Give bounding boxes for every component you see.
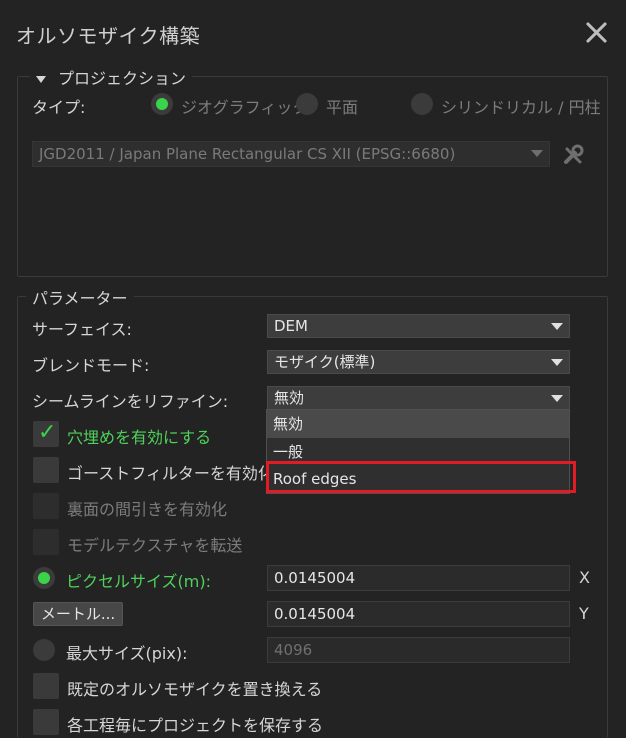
chevron-down-icon: [551, 359, 563, 366]
backface-culling-checkbox[interactable]: [33, 493, 59, 519]
radio-cylindrical-label: シリンドリカル / 円柱: [441, 98, 601, 117]
surface-select-value: DEM: [274, 317, 308, 335]
ghost-filter-checkbox[interactable]: [33, 457, 59, 483]
crs-select[interactable]: JGD2011 / Japan Plane Rectangular CS XII…: [32, 141, 550, 167]
save-project-label: 各工程毎にプロジェクトを保存する: [67, 716, 324, 735]
surface-select[interactable]: DEM: [267, 314, 570, 338]
seamline-option-disabled[interactable]: 無効: [267, 410, 569, 438]
replace-orthomosaic-checkbox[interactable]: [33, 673, 59, 699]
pixel-size-label: ピクセルサイズ(m):: [66, 572, 211, 591]
replace-orthomosaic-label: 既定のオルソモザイクを置き換える: [67, 680, 323, 699]
radio-cylindrical[interactable]: [411, 93, 433, 115]
ghost-filter-label: ゴーストフィルターを有効化: [67, 464, 274, 483]
pixel-size-y-input[interactable]: 0.0145004: [267, 601, 570, 627]
projection-type-label: タイプ:: [32, 98, 86, 117]
fill-holes-checkbox[interactable]: ✓: [33, 420, 59, 447]
surface-label: サーフェイス:: [32, 320, 132, 339]
seamline-label: シームラインをリファイン:: [32, 392, 229, 411]
chevron-down-icon: [531, 150, 543, 157]
x-axis-label: X: [579, 568, 590, 587]
window-title: オルソモザイク構築: [16, 24, 201, 48]
radio-planar-label: 平面: [326, 98, 359, 117]
checkmark-icon: ✓: [38, 420, 57, 445]
projection-legend[interactable]: プロジェクション: [30, 65, 193, 89]
crs-select-value: JGD2011 / Japan Plane Rectangular CS XII…: [39, 145, 456, 163]
max-size-label: 最大サイズ(pix):: [66, 644, 188, 663]
close-icon[interactable]: [584, 20, 608, 44]
backface-culling-label: 裏面の間引きを有効化: [67, 500, 228, 519]
radio-planar[interactable]: [296, 93, 318, 115]
transfer-texture-checkbox[interactable]: [33, 529, 59, 555]
blend-mode-select-value: モザイク(標準): [274, 353, 376, 371]
chevron-down-icon: [551, 395, 563, 402]
seamline-select-value: 無効: [274, 389, 305, 407]
roof-edges-highlight: [266, 461, 576, 493]
chevron-down-icon: [551, 323, 563, 330]
blend-mode-select[interactable]: モザイク(標準): [267, 350, 570, 374]
parameters-legend: パラメーター: [26, 285, 134, 309]
save-project-checkbox[interactable]: [33, 709, 59, 735]
meters-button[interactable]: メートル...: [33, 602, 123, 626]
collapse-triangle-icon: [36, 76, 46, 83]
seamline-select[interactable]: 無効: [267, 386, 570, 410]
tools-icon[interactable]: [563, 144, 585, 166]
y-axis-label: Y: [579, 604, 589, 623]
radio-geographic[interactable]: [151, 93, 173, 115]
radio-geographic-label: ジオグラフィック: [181, 98, 309, 117]
transfer-texture-label: モデルテクスチャを転送: [67, 536, 243, 555]
max-size-input[interactable]: 4096: [267, 637, 570, 663]
pixel-size-x-input[interactable]: 0.0145004: [267, 565, 570, 591]
fill-holes-label: 穴埋めを有効にする: [67, 428, 212, 447]
radio-max-size[interactable]: [33, 639, 55, 661]
radio-pixel-size[interactable]: [33, 567, 55, 589]
blend-mode-label: ブレンドモード:: [32, 356, 150, 375]
